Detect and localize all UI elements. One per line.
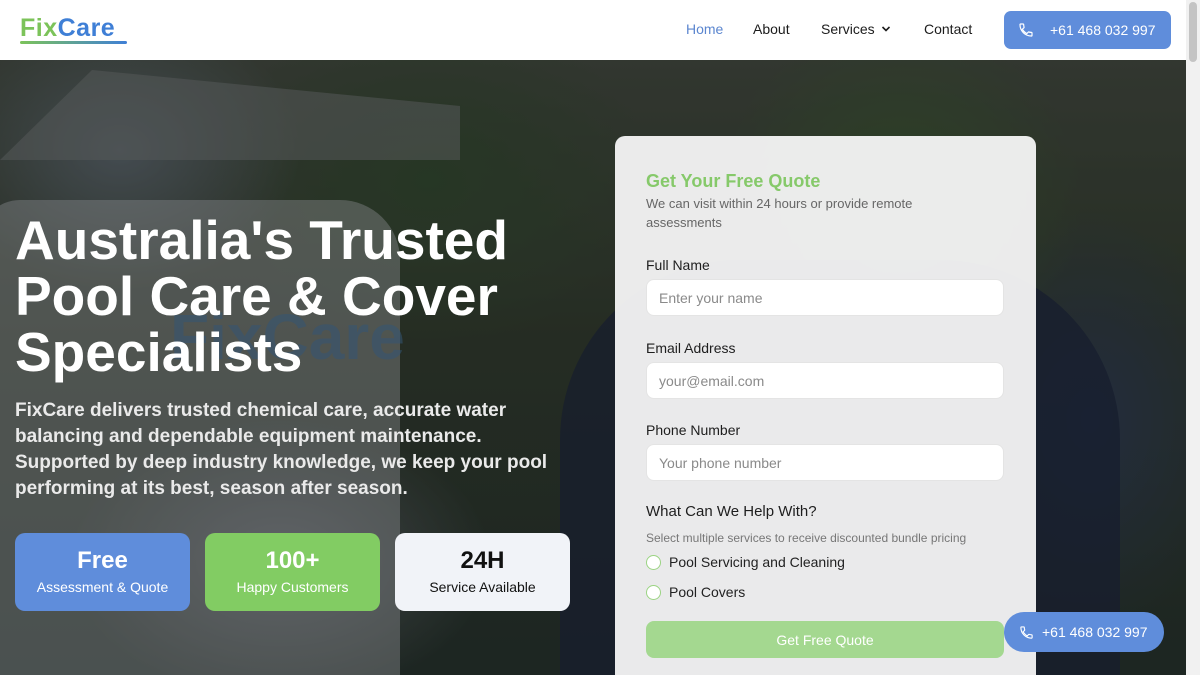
help-title: What Can We Help With? [646,503,817,520]
option-checkbox[interactable] [646,554,661,570]
option-checkbox[interactable] [646,584,661,600]
option-label: Pool Servicing and Cleaning [669,554,845,570]
nav-services[interactable]: Services [821,21,891,37]
scrollbar-thumb[interactable] [1189,2,1197,62]
scrollbar[interactable] [1186,0,1200,675]
nav-home[interactable]: Home [686,21,723,37]
stat-card-customers: 100+ Happy Customers [205,533,380,611]
email-label: Email Address [646,340,736,356]
header-phone-number: +61 468 032 997 [1050,22,1156,38]
header-phone-button[interactable]: +61 468 032 997 [1004,11,1171,49]
phone-icon [1020,625,1033,639]
logo-fix: Fix [20,14,58,42]
help-subtitle: Select multiple services to receive disc… [646,531,967,545]
logo[interactable]: FixCare [20,14,115,43]
nav-about[interactable]: About [753,21,790,37]
quote-form-subtitle: We can visit within 24 hours or provide … [646,196,913,230]
hero-section: FixCare Australia's Trusted Pool Care & … [0,60,1186,675]
stat-label: Assessment & Quote [36,579,169,595]
quote-form-card: Get Your Free Quote We can visit within … [615,136,1036,675]
hero-subtext: FixCare delivers trusted chemical care, … [15,400,548,499]
stat-value: 24H [460,547,505,574]
chevron-down-icon [881,26,890,32]
phone-icon [1019,23,1033,37]
stat-card-free: Free Assessment & Quote [15,533,190,611]
nav-contact[interactable]: Contact [924,21,972,37]
logo-care: Care [57,14,116,42]
phone-label: Phone Number [646,422,741,438]
floating-phone-number: +61 468 032 997 [1042,624,1148,640]
stat-label: Service Available [429,579,536,595]
get-free-quote-button[interactable]: Get Free Quote [646,621,1004,658]
option-pool-servicing[interactable]: Pool Servicing and Cleaning [646,554,845,570]
stat-value: 100+ [265,547,320,574]
hero-headline: Australia's Trusted Pool Care & Cover Sp… [15,209,508,383]
quote-form-title: Get Your Free Quote [646,171,821,191]
phone-input[interactable] [646,444,1004,481]
email-input[interactable] [646,362,1004,399]
full-name-label: Full Name [646,257,710,273]
floating-phone-button[interactable]: +61 468 032 997 [1004,612,1164,652]
nav-services-label: Services [821,21,875,37]
site-header: FixCare Home About Services Contact +61 … [0,0,1186,60]
logo-underline [20,41,127,44]
option-pool-covers[interactable]: Pool Covers [646,584,745,600]
option-label: Pool Covers [669,584,746,600]
stat-value: Free [77,547,128,574]
stat-card-service: 24H Service Available [395,533,570,611]
stat-label: Happy Customers [236,579,349,595]
full-name-input[interactable] [646,279,1004,316]
